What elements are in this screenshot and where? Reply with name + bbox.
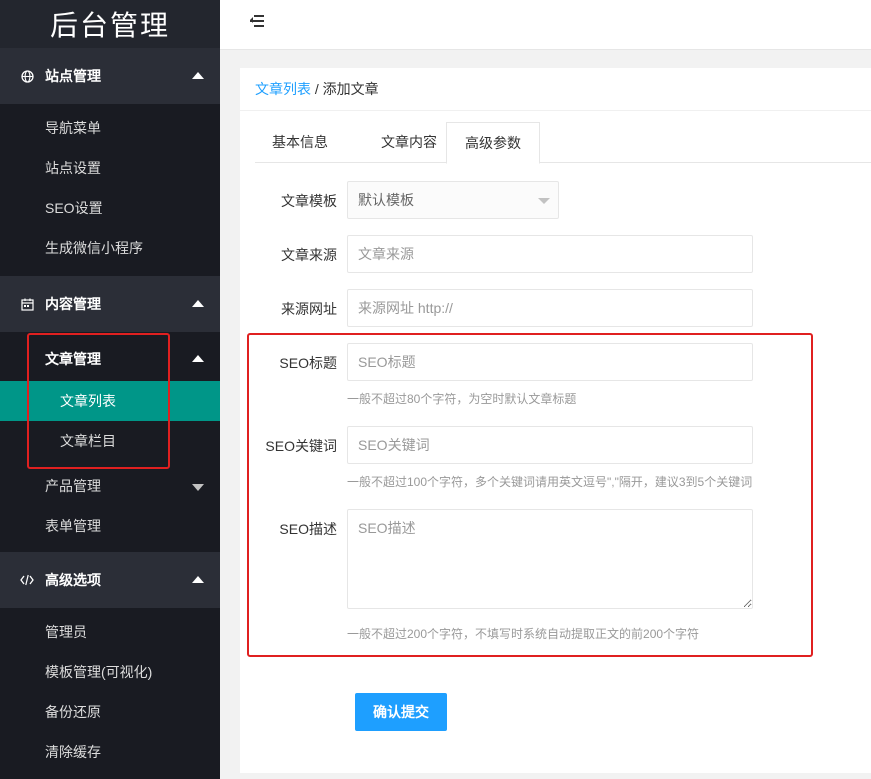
seo-description-textarea[interactable] bbox=[347, 509, 753, 609]
sidebar-item-backup-restore[interactable]: 备份还原 bbox=[0, 692, 220, 732]
sidebar-item-template-manage[interactable]: 模板管理(可视化) bbox=[0, 652, 220, 692]
caret-up-icon bbox=[192, 576, 204, 583]
template-label: 文章模板 bbox=[281, 193, 337, 209]
nav-sub-content: 文章管理 文章列表 文章栏目 产品管理 表单管理 bbox=[0, 332, 220, 552]
top-header bbox=[220, 0, 871, 50]
breadcrumb-current: 添加文章 bbox=[322, 81, 379, 97]
tab-advanced-params[interactable]: 高级参数 bbox=[446, 122, 540, 164]
menu-fold-icon[interactable] bbox=[250, 13, 268, 29]
sidebar-item-admins[interactable]: 管理员 bbox=[0, 612, 220, 652]
nav-group-label: 高级选项 bbox=[45, 572, 101, 588]
nav-group-content[interactable]: 内容管理 bbox=[0, 276, 220, 332]
nav-group-label: 内容管理 bbox=[45, 296, 101, 312]
calendar-icon bbox=[20, 297, 34, 311]
caret-down-icon bbox=[192, 484, 204, 491]
app-logo: 后台管理 bbox=[0, 0, 220, 48]
seo-keywords-input[interactable] bbox=[347, 426, 753, 464]
globe-icon bbox=[20, 69, 34, 83]
nav-group-advanced[interactable]: 高级选项 bbox=[0, 552, 220, 608]
sidebar-item-form-manage[interactable]: 表单管理 bbox=[0, 506, 220, 546]
seo-keywords-help: 一般不超过100个字符，多个关键词请用英文逗号","隔开，建议3到5个关键词 bbox=[347, 475, 753, 489]
sidebar-item-site-settings[interactable]: 站点设置 bbox=[0, 148, 220, 188]
nav-sub-advanced: 管理员 模板管理(可视化) 备份还原 清除缓存 bbox=[0, 608, 220, 779]
submit-button[interactable]: 确认提交 bbox=[355, 693, 447, 731]
nav-sub-site: 导航菜单 站点设置 SEO设置 生成微信小程序 bbox=[0, 104, 220, 276]
form-row-template: 文章模板 默认模板 bbox=[240, 181, 871, 219]
caret-up-icon bbox=[192, 300, 204, 307]
nav-group-site[interactable]: 站点管理 bbox=[0, 48, 220, 104]
sidebar: 后台管理 站点管理 导航菜单 站点设置 SEO设置 生成微信小程序 内容管理 文… bbox=[0, 0, 220, 779]
form-row-seo-keywords: SEO关键词 一般不超过100个字符，多个关键词请用英文逗号","隔开，建议3到… bbox=[240, 426, 871, 490]
caret-up-icon bbox=[192, 354, 204, 362]
sidebar-item-nav-menu[interactable]: 导航菜单 bbox=[0, 108, 220, 148]
form-row-source: 文章来源 bbox=[240, 235, 871, 273]
source-label: 文章来源 bbox=[281, 247, 337, 263]
seo-keywords-label: SEO关键词 bbox=[265, 438, 337, 454]
nav-group-label: 站点管理 bbox=[45, 68, 101, 84]
template-select[interactable]: 默认模板 bbox=[347, 181, 559, 219]
sidebar-item-clear-cache[interactable]: 清除缓存 bbox=[0, 732, 220, 772]
tab-article-content[interactable]: 文章内容 bbox=[365, 122, 453, 163]
sidebar-item-article-manage[interactable]: 文章管理 bbox=[0, 336, 220, 381]
chevron-down-icon bbox=[538, 198, 550, 204]
code-icon bbox=[20, 573, 34, 587]
seo-description-label: SEO描述 bbox=[279, 521, 337, 537]
tab-bar: 基本信息 文章内容 高级参数 bbox=[255, 122, 871, 164]
seo-title-label: SEO标题 bbox=[279, 355, 337, 371]
tab-basic-info[interactable]: 基本信息 bbox=[255, 122, 345, 163]
source-url-label: 来源网址 bbox=[281, 301, 337, 317]
breadcrumb-parent-link[interactable]: 文章列表 bbox=[255, 81, 311, 97]
seo-title-input[interactable] bbox=[347, 343, 753, 381]
template-select-value: 默认模板 bbox=[358, 192, 414, 208]
seo-description-help: 一般不超过200个字符，不填写时系统自动提取正文的前200个字符 bbox=[347, 627, 700, 641]
sidebar-item-product-manage[interactable]: 产品管理 bbox=[0, 466, 220, 506]
form-row-seo-description: SEO描述 一般不超过200个字符，不填写时系统自动提取正文的前200个字符 bbox=[240, 509, 871, 641]
form-row-seo-title: SEO标题 一般不超过80个字符，为空时默认文章标题 bbox=[240, 343, 871, 407]
form-row-source-url: 来源网址 bbox=[240, 289, 871, 327]
breadcrumb-separator: / bbox=[311, 81, 323, 97]
source-input[interactable] bbox=[347, 235, 753, 273]
source-url-input[interactable] bbox=[347, 289, 753, 327]
main-card: 文章列表 / 添加文章 基本信息 文章内容 高级参数 文章模板 默认模板 文章来… bbox=[240, 68, 871, 773]
caret-up-icon bbox=[192, 72, 204, 79]
sidebar-item-seo-settings[interactable]: SEO设置 bbox=[0, 188, 220, 228]
sidebar-item-wechat-app[interactable]: 生成微信小程序 bbox=[0, 228, 220, 268]
sidebar-item-article-category[interactable]: 文章栏目 bbox=[0, 421, 220, 461]
breadcrumb: 文章列表 / 添加文章 bbox=[240, 68, 871, 111]
seo-title-help: 一般不超过80个字符，为空时默认文章标题 bbox=[347, 392, 577, 406]
sidebar-item-article-list[interactable]: 文章列表 bbox=[0, 381, 220, 421]
